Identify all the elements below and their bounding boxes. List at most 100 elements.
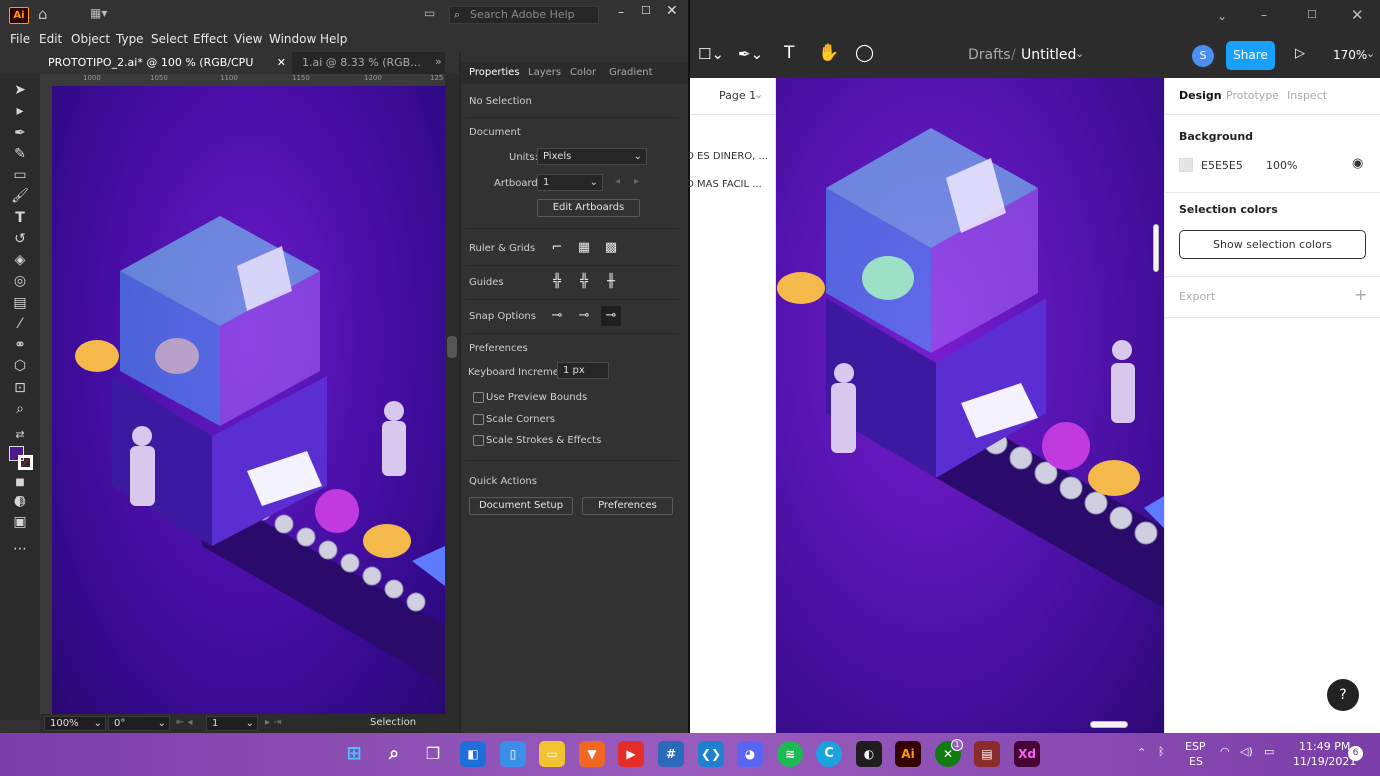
help-button[interactable]: ? [1327, 679, 1359, 711]
menu-object[interactable]: Object [71, 32, 110, 46]
menu-select[interactable]: Select [151, 32, 188, 46]
menu-help[interactable]: Help [320, 32, 347, 46]
illustrator-icon[interactable]: Ai [895, 741, 921, 767]
eraser-tool-icon[interactable]: ◈ [10, 251, 30, 269]
close-icon[interactable]: ✕ [1351, 6, 1364, 24]
scrollbar-thumb[interactable] [447, 336, 457, 358]
chevron-down-icon[interactable]: ⌄ [1075, 47, 1084, 60]
workspace-icon[interactable]: ▦▾ [90, 6, 107, 20]
bluetooth-icon[interactable]: ᛒ [1158, 745, 1165, 758]
use-preview-bounds-checkbox[interactable] [473, 392, 484, 403]
curvature-tool-icon[interactable]: ✎ [10, 145, 30, 163]
show-selection-colors-button[interactable]: Show selection colors [1179, 230, 1366, 259]
notification-count[interactable]: 6 [1348, 746, 1363, 761]
menu-file[interactable]: File [10, 32, 30, 46]
document-setup-button[interactable]: Document Setup [469, 497, 573, 515]
artboard-select[interactable]: 1 ⌄ [206, 716, 258, 731]
battery-icon[interactable]: ▭ [1264, 745, 1274, 758]
background-swatch[interactable] [1179, 158, 1193, 172]
clock-time[interactable]: 11:49 PM [1299, 740, 1350, 753]
artboard-canvas[interactable] [52, 86, 445, 714]
clock-date[interactable]: 11/19/2021 [1293, 755, 1356, 768]
next-artboard-icon[interactable]: ▸ [634, 176, 639, 187]
close-icon[interactable]: ✕ [666, 3, 678, 19]
page-selector[interactable]: Page 1 [719, 89, 756, 102]
avatar[interactable]: S [1192, 45, 1214, 67]
tab-design[interactable]: Design [1179, 89, 1222, 102]
tab-close-icon[interactable]: ✕ [277, 52, 286, 74]
arrange-docs-icon[interactable]: ▭ [424, 6, 435, 20]
share-button[interactable]: Share [1226, 41, 1275, 70]
background-hex[interactable]: E5E5E5 [1201, 159, 1243, 172]
menu-window[interactable]: Window [269, 32, 316, 46]
tray-overflow-icon[interactable]: ⌃ [1137, 746, 1146, 759]
rulers-icon[interactable]: ⌐ [547, 238, 567, 258]
maximize-icon[interactable]: ☐ [1307, 8, 1317, 21]
layer-item[interactable]: O ES DINERO, ... [686, 151, 768, 162]
zoom-level[interactable]: 170% [1333, 48, 1367, 62]
color-mode-icon[interactable]: ■ ▨ [10, 474, 30, 506]
pen-tool-icon[interactable]: ✒⌄ [738, 45, 763, 63]
prev-artboard-icon[interactable]: ◂ [615, 176, 620, 187]
discord-icon[interactable]: ◕ [737, 741, 763, 767]
tab-1ai[interactable]: 1.ai @ 8.33 % (RGB... [294, 52, 434, 74]
edit-artboards-button[interactable]: Edit Artboards [537, 199, 640, 217]
artboard-field[interactable]: 1 ⌄ [537, 174, 603, 191]
menu-view[interactable]: View [234, 32, 262, 46]
tab-gradient[interactable]: Gradient [609, 67, 653, 78]
wifi-icon[interactable]: ◠ [1220, 745, 1230, 758]
widgets-icon[interactable]: ◧ [460, 741, 486, 767]
comment-tool-icon[interactable]: ◯ [855, 43, 874, 63]
shape-builder-icon[interactable]: ⬡ [10, 357, 30, 375]
artboard-nav-last-icon[interactable]: ▸ ⇥ [265, 717, 282, 728]
zoom-tool-icon[interactable]: ⌕ [10, 400, 30, 418]
background-opacity[interactable]: 100% [1266, 159, 1297, 172]
chevron-down-icon[interactable]: ⌄ [754, 88, 763, 101]
tab-layers[interactable]: Layers [528, 67, 561, 78]
tab-color[interactable]: Color [570, 67, 596, 78]
drafts-link[interactable]: Drafts [968, 47, 1011, 63]
scale-corners-checkbox[interactable] [473, 414, 484, 425]
canvas-vertical-scrollbar[interactable] [1153, 224, 1159, 272]
language-indicator[interactable]: ESP [1185, 740, 1206, 753]
winrar-icon[interactable]: ▤ [974, 741, 1000, 767]
smart-guides-icon[interactable]: ╫ [601, 272, 621, 292]
canvas-vertical-scrollbar[interactable] [445, 74, 459, 714]
file-explorer-icon[interactable]: ▭ [539, 741, 565, 767]
youtube-icon[interactable]: ▶ [618, 741, 644, 767]
chevron-down-icon[interactable]: ⌄ [1366, 47, 1375, 60]
grid-icon[interactable]: ▦ [574, 238, 594, 258]
text-tool-icon[interactable]: T [784, 43, 794, 63]
tab-prototipo[interactable]: PROTOTIPO_2.ai* @ 100 % (RGB/CPU Preview… [40, 52, 292, 91]
task-view-icon[interactable]: ❐ [420, 741, 446, 767]
tab-inspect[interactable]: Inspect [1287, 89, 1327, 102]
spotify-icon[interactable]: ≋ [777, 741, 803, 767]
phone-link-icon[interactable]: ▯ [500, 741, 526, 767]
direct-selection-tool-icon[interactable]: ▸ [10, 102, 30, 120]
canvas-horizontal-scrollbar[interactable] [1090, 721, 1128, 728]
lock-guides-icon[interactable]: ╬ [574, 272, 594, 292]
chevron-down-icon[interactable]: ⌄ [1217, 9, 1227, 23]
type-tool-icon[interactable]: T [10, 209, 30, 227]
menu-effect[interactable]: Effect [193, 32, 228, 46]
artboard-nav-first-icon[interactable]: ⇤ ◂ [176, 717, 193, 728]
minimize-icon[interactable]: – [1261, 8, 1267, 22]
snap-to-glyph-icon[interactable]: ⊸ [601, 306, 621, 326]
tab-prototype[interactable]: Prototype [1226, 89, 1279, 102]
scale-strokes-checkbox[interactable] [473, 435, 484, 446]
preferences-button[interactable]: Preferences [582, 497, 673, 515]
add-export-icon[interactable]: + [1354, 285, 1367, 304]
maximize-icon[interactable]: ☐ [641, 4, 651, 17]
rotate-tool-icon[interactable]: ↺ [10, 230, 30, 248]
screen-mode-icon[interactable]: ▣ [10, 513, 30, 531]
zoom-select[interactable]: 100% ⌄ [44, 716, 106, 731]
minimize-icon[interactable]: – [618, 5, 624, 19]
gradient-tool-icon[interactable]: ▤ [10, 294, 30, 312]
swap-colors-icon[interactable]: ⇄ [10, 426, 30, 444]
ccleaner-icon[interactable]: C [816, 741, 842, 767]
menu-type[interactable]: Type [116, 32, 144, 46]
adobe-xd-icon[interactable]: Xd [1014, 741, 1040, 767]
pen-tool-icon[interactable]: ✒ [10, 124, 30, 142]
menu-edit[interactable]: Edit [39, 32, 62, 46]
windows-start-icon[interactable]: ⊞ [341, 741, 367, 767]
